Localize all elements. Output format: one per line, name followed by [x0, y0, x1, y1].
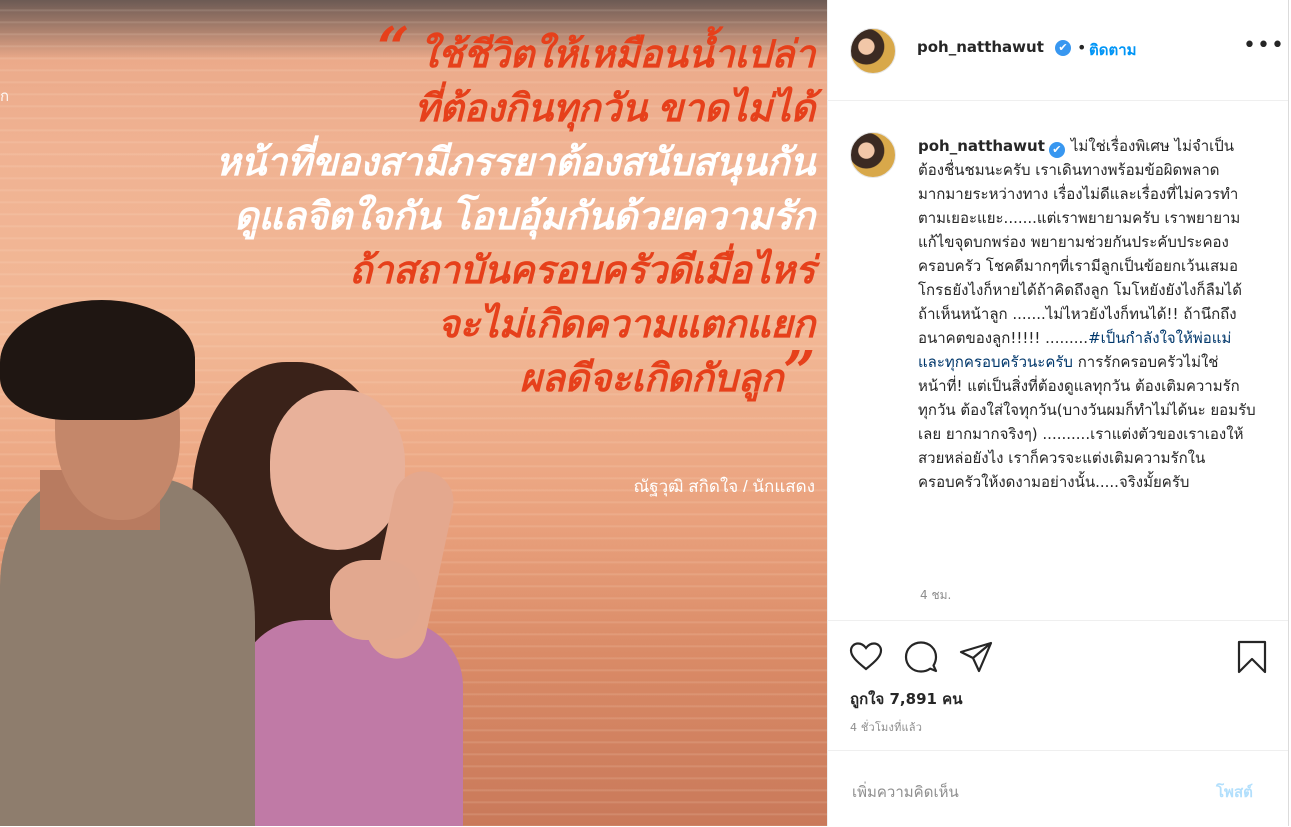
caption-text-continued: การรักครอบครัวไม่ใช่หน้าที่! แต่เป็นสิ่ง… — [918, 353, 1256, 491]
verified-icon: ✔ — [1048, 142, 1065, 158]
likes-count[interactable]: ถูกใจ 7,891 คน — [850, 687, 962, 711]
post-timestamp[interactable]: 4 ชั่วโมงที่แล้ว — [850, 718, 922, 736]
quote-line-6: จะไม่เกิดความแตกแยก — [437, 304, 816, 346]
avatar[interactable] — [850, 28, 896, 74]
caption-username[interactable]: poh_natthawut — [918, 137, 1045, 155]
woman-face — [270, 390, 405, 550]
woman-dress — [238, 620, 463, 826]
more-options-icon[interactable]: ••• — [1243, 33, 1285, 58]
man-hair — [0, 300, 195, 420]
quote-credit: ณัฐวุฒิ สกิดใจ / นักแสดง — [633, 477, 815, 496]
cropped-letter: ก — [0, 87, 10, 105]
bookmark-icon[interactable] — [1234, 639, 1270, 675]
caption-time: 4 ชม. — [920, 588, 952, 602]
quote-line-7: ผลดีจะเกิดกับลูก” — [519, 339, 816, 405]
close-quote: ” — [783, 339, 815, 405]
heart-icon[interactable] — [848, 639, 884, 675]
share-icon[interactable] — [958, 639, 994, 675]
quote-line-4: ดูแลจิตใจกัน โอบอุ้มกันด้วยความรัก — [233, 196, 815, 238]
man-shirt — [0, 478, 255, 826]
verified-icon: ✔ — [1055, 40, 1071, 56]
comment-bar: โพสต์ — [828, 750, 1288, 827]
post-panel: poh_natthawut ✔ • ติดตาม ••• poh_natthaw… — [827, 0, 1289, 826]
post-header: poh_natthawut ✔ • ติดตาม ••• — [828, 0, 1288, 101]
quote-text: “ ใช้ชีวิตให้เหมือนน้ำเปล่า ที่ต้องกินทุ… — [215, 15, 816, 406]
quote-line-1: “ ใช้ชีวิตให้เหมือนน้ำเปล่า — [377, 15, 815, 81]
post-comment-button[interactable]: โพสต์ — [1216, 780, 1253, 804]
caption-text: ไม่ใช่เรื่องพิเศษ ไม่จำเป็นต้องชื่นชมนะค… — [918, 137, 1242, 347]
post-image[interactable]: ก “ ใช้ชีวิตให้เหมือนน้ำเปล่า ที่ต้องกิน… — [0, 0, 827, 826]
caption: poh_natthawut ✔ ไม่ใช่เรื่องพิเศษ ไม่จำเป็… — [918, 134, 1258, 494]
comment-icon[interactable] — [903, 639, 939, 675]
action-bar — [828, 620, 1288, 691]
quote-line-2: ที่ต้องกินทุกวัน ขาดไม่ได้ — [414, 88, 815, 130]
hand — [330, 560, 420, 640]
caption-avatar[interactable] — [850, 132, 896, 178]
open-quote: “ — [377, 15, 410, 81]
separator-dot: • — [1077, 38, 1087, 57]
quote-line-3: หน้าที่ของสามีภรรยาต้องสนับสนุนกัน — [215, 142, 816, 184]
header-username[interactable]: poh_natthawut — [917, 38, 1044, 56]
comment-input[interactable] — [850, 779, 1184, 805]
follow-button[interactable]: ติดตาม — [1089, 38, 1137, 62]
quote-line-5: ถ้าสถาบันครอบครัวดีเมื่อไหร่ — [349, 250, 815, 292]
